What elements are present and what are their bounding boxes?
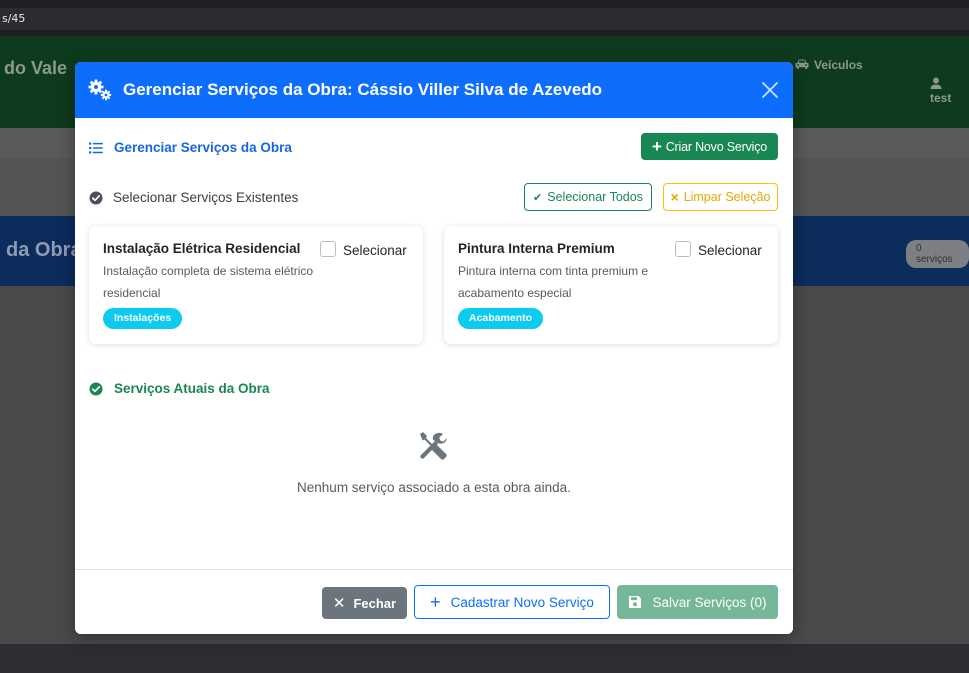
- list-icon: [89, 142, 103, 154]
- x-icon: ✕: [332, 595, 346, 612]
- close-icon[interactable]: [761, 81, 779, 99]
- service-name: Instalação Elétrica Residencial: [103, 241, 301, 256]
- create-service-label: Criar Novo Serviço: [665, 139, 768, 154]
- save-icon: [629, 596, 642, 608]
- background-hero-title: da Obra: [6, 239, 82, 261]
- plus-icon: +: [651, 137, 662, 156]
- select-section-title: Selecionar Serviços Existentes: [113, 190, 299, 205]
- select-all-button[interactable]: ✔ Selecionar Todos: [524, 183, 652, 211]
- service-card[interactable]: Pintura Interna Premium Selecionar Pintu…: [444, 226, 778, 344]
- check-circle-icon: [89, 382, 103, 396]
- background-brand: do Vale: [4, 58, 68, 78]
- x-icon: ×: [670, 189, 679, 205]
- manage-section-title: Gerenciar Serviços da Obra: [114, 140, 292, 155]
- url-text: s/45: [2, 12, 26, 25]
- tools-icon: [420, 432, 447, 460]
- register-service-label: Cadastrar Novo Serviço: [450, 594, 594, 610]
- modal-footer: ✕ Fechar + Cadastrar Novo Serviço Salvar S…: [75, 569, 793, 634]
- service-name: Pintura Interna Premium: [458, 241, 615, 256]
- modal-header: Gerenciar Serviços da Obra: Cássio Ville…: [75, 62, 793, 118]
- service-select-label[interactable]: Selecionar: [343, 243, 407, 258]
- background-nav-vehicles: Veículos: [795, 58, 863, 72]
- service-card[interactable]: Instalação Elétrica Residencial Selecion…: [89, 226, 423, 344]
- background-user-menu: test: [930, 77, 969, 105]
- close-button[interactable]: ✕ Fechar: [322, 587, 407, 619]
- register-service-button[interactable]: + Cadastrar Novo Serviço: [414, 585, 610, 619]
- clear-selection-label: Limpar Seleção: [683, 190, 771, 204]
- service-category-badge: Instalações: [103, 308, 183, 329]
- background-user-name: test: [930, 91, 952, 105]
- save-services-label: Salvar Serviços (0): [652, 594, 767, 610]
- select-all-label: Selecionar Todos: [547, 190, 643, 204]
- service-select-checkbox[interactable]: [675, 241, 691, 257]
- save-services-button[interactable]: Salvar Serviços (0): [617, 585, 778, 619]
- car-icon: [795, 59, 809, 69]
- create-service-button[interactable]: + Criar Novo Serviço: [641, 133, 778, 160]
- service-description: Pintura interna com tinta premium e acab…: [458, 264, 649, 300]
- service-select-checkbox[interactable]: [320, 241, 336, 257]
- manage-services-modal: Gerenciar Serviços da Obra: Cássio Ville…: [75, 62, 793, 634]
- browser-tabstrip: [0, 0, 969, 8]
- background-footer: [0, 644, 969, 673]
- modal-title: Gerenciar Serviços da Obra: Cássio Ville…: [123, 80, 603, 99]
- current-services-title: Serviços Atuais da Obra: [114, 381, 270, 396]
- cogs-icon: [88, 79, 112, 101]
- service-description: Instalação completa de sistema elétrico …: [103, 264, 314, 300]
- plus-icon: +: [430, 592, 441, 612]
- service-select-label[interactable]: Selecionar: [698, 243, 762, 258]
- background-services-badge: 0 serviços: [906, 240, 969, 268]
- clear-selection-button[interactable]: × Limpar Seleção: [663, 183, 778, 211]
- double-check-icon: ✔: [533, 191, 543, 204]
- empty-state-text: Nenhum serviço associado a esta obra ain…: [297, 480, 571, 495]
- close-button-label: Fechar: [353, 595, 397, 611]
- background-nav-vehicles-label: Veículos: [814, 58, 863, 72]
- check-circle-icon: [89, 191, 103, 205]
- user-icon: [930, 77, 942, 89]
- address-bar[interactable]: s/45: [0, 8, 969, 30]
- service-category-badge: Acabamento: [458, 308, 544, 329]
